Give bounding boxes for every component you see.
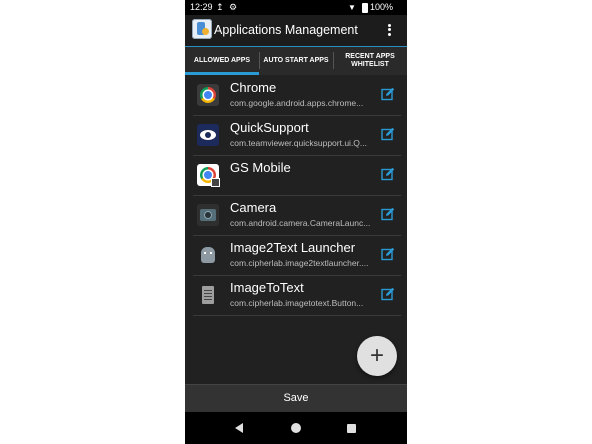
tab-allowed-apps[interactable]: ALLOWED APPS <box>185 47 259 74</box>
edit-icon[interactable] <box>381 287 395 301</box>
edit-icon[interactable] <box>381 167 395 181</box>
tab-bar: ALLOWED APPS AUTO START APPS RECENT APPS… <box>185 46 407 75</box>
app-name: Camera <box>230 200 277 215</box>
gs-mobile-icon <box>197 164 220 187</box>
edit-icon[interactable] <box>381 207 395 221</box>
page-title: Applications Management <box>214 23 358 37</box>
list-item[interactable]: ImageToText com.cipherlab.imagetotext.Bu… <box>193 276 401 316</box>
app-package: com.cipherlab.imagetotext.Button... <box>230 298 364 308</box>
plus-icon: + <box>369 342 384 369</box>
app-name: QuickSupport <box>230 120 309 135</box>
app-name: Image2Text Launcher <box>230 240 356 255</box>
recent-apps-icon[interactable] <box>347 424 356 433</box>
image2text-icon <box>197 244 219 266</box>
app-package: com.teamviewer.quicksupport.ui.Q... <box>230 138 368 148</box>
home-icon[interactable] <box>291 423 301 433</box>
phone-screen: 12:29 ↥ ⚙ ▼ 100% Applications Management… <box>185 0 407 444</box>
tab-recent-apps-whitelist[interactable]: RECENT APPS WHITELIST <box>333 47 407 74</box>
battery-level: 100% <box>370 2 394 12</box>
tab-selected-indicator <box>185 72 259 75</box>
wifi-icon: ▼ <box>348 3 356 12</box>
overflow-menu-icon[interactable] <box>385 22 393 39</box>
camera-icon <box>197 204 219 226</box>
app-name: ImageToText <box>230 280 304 295</box>
save-button[interactable]: Save <box>185 384 407 412</box>
status-time: 12:29 <box>190 2 213 12</box>
upload-icon: ↥ <box>216 2 224 12</box>
app-package: com.android.camera.CameraLaunc... <box>230 218 371 228</box>
app-package: com.google.android.apps.chrome... <box>230 98 364 108</box>
edit-icon[interactable] <box>381 87 395 101</box>
status-bar: 12:29 ↥ ⚙ ▼ 100% <box>185 0 407 15</box>
back-icon[interactable] <box>235 423 243 433</box>
list-item[interactable]: Chrome com.google.android.apps.chrome... <box>193 76 401 116</box>
list-item[interactable]: QuickSupport com.teamviewer.quicksupport… <box>193 116 401 156</box>
list-item[interactable]: Camera com.android.camera.CameraLaunc... <box>193 196 401 236</box>
edit-icon[interactable] <box>381 247 395 261</box>
navigation-bar <box>185 412 407 444</box>
app-name: Chrome <box>230 80 277 95</box>
list-item[interactable]: Image2Text Launcher com.cipherlab.image2… <box>193 236 401 276</box>
app-name: GS Mobile <box>230 160 291 175</box>
add-app-button[interactable]: + <box>357 336 397 376</box>
app-list: Chrome com.google.android.apps.chrome...… <box>193 76 401 316</box>
edit-icon[interactable] <box>381 127 395 141</box>
app-package: com.cipherlab.image2textlauncher.... <box>230 258 369 268</box>
sync-icon: ⚙ <box>229 2 238 12</box>
app-management-icon <box>192 19 212 39</box>
chrome-icon <box>197 84 219 106</box>
tab-auto-start-apps[interactable]: AUTO START APPS <box>259 47 333 74</box>
battery-icon <box>362 3 368 13</box>
list-item[interactable]: GS Mobile <box>193 156 401 196</box>
imagetotext-icon <box>197 284 219 306</box>
quicksupport-icon <box>197 124 219 146</box>
app-bar: Applications Management <box>185 15 407 46</box>
